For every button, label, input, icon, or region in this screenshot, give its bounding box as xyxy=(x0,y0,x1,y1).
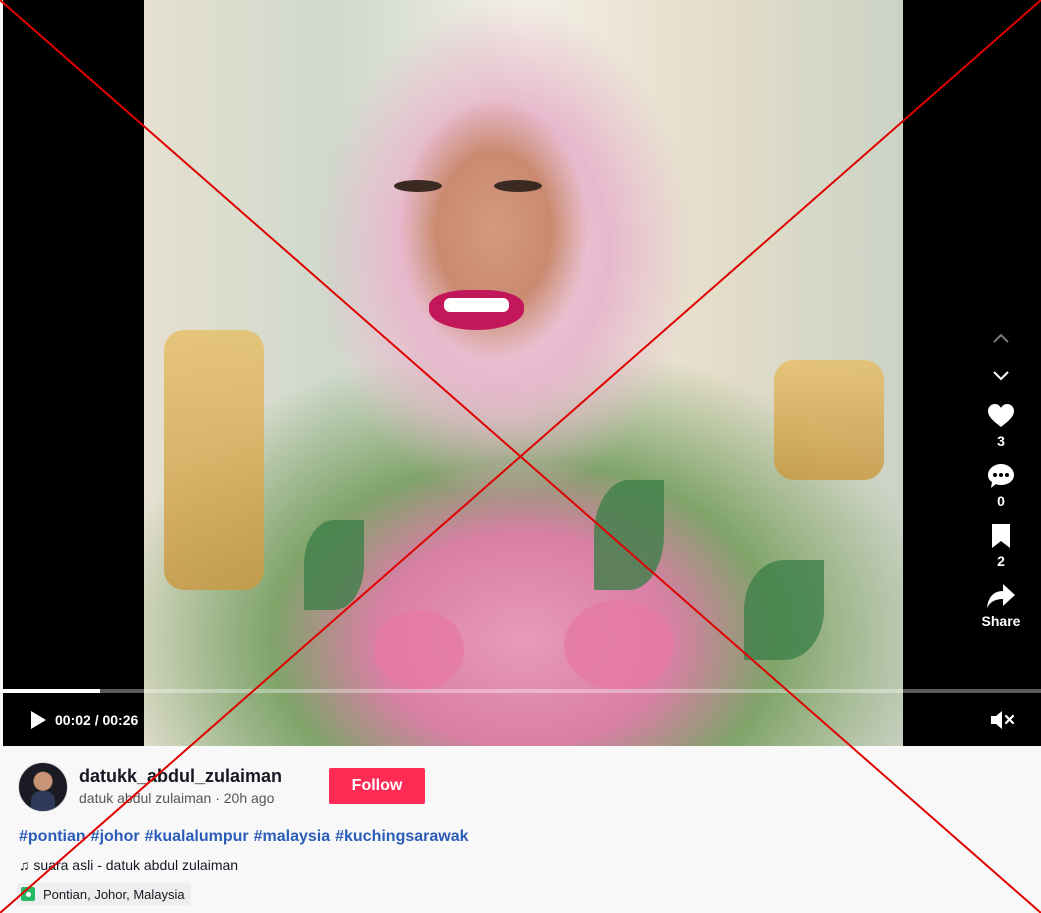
like-count: 3 xyxy=(997,433,1005,449)
separator-dot: · xyxy=(215,790,224,806)
music-link[interactable]: ♫ suara asli - datuk abdul zulaiman xyxy=(19,857,238,873)
chevron-down-icon xyxy=(993,371,1009,381)
video-progress-fill xyxy=(3,689,100,693)
video-player[interactable]: 00:02 / 00:26 3 0 2 Share xyxy=(3,0,1041,746)
location-label: Pontian, Johor, Malaysia xyxy=(43,886,185,902)
mute-icon xyxy=(991,711,1015,729)
location-pin-icon xyxy=(21,887,35,901)
chevron-up-icon xyxy=(993,333,1009,343)
author-subline: datuk abdul zulaiman · 20h ago xyxy=(79,790,274,806)
dress-pattern-flower xyxy=(564,600,674,690)
mute-button[interactable] xyxy=(989,708,1015,732)
face-eye xyxy=(394,180,442,192)
face-teeth xyxy=(444,298,509,312)
share-label: Share xyxy=(981,613,1021,629)
face-eye xyxy=(494,180,542,192)
share-button[interactable]: Share xyxy=(981,583,1021,629)
like-button[interactable]: 3 xyxy=(987,403,1015,449)
hashtag-link[interactable]: #johor xyxy=(91,828,140,845)
hashtag-link[interactable]: #kuchingsarawak xyxy=(335,828,468,845)
video-frame[interactable] xyxy=(144,0,903,746)
hashtag-link[interactable]: #pontian xyxy=(19,828,86,845)
dress-pattern-flower xyxy=(374,610,464,690)
video-progress-bar[interactable] xyxy=(3,689,1041,693)
bookmark-icon xyxy=(992,524,1010,548)
side-action-bar: 3 0 2 Share xyxy=(971,325,1031,629)
comment-count: 0 xyxy=(997,493,1005,509)
author-display-name[interactable]: datuk abdul zulaiman xyxy=(79,790,211,806)
save-count: 2 xyxy=(997,553,1005,569)
share-icon xyxy=(986,584,1015,608)
follow-button[interactable]: Follow xyxy=(329,768,425,804)
post-time-ago: 20h ago xyxy=(223,790,275,806)
location-tag[interactable]: Pontian, Johor, Malaysia xyxy=(17,883,191,905)
video-info-panel: datukk_abdul_zulaiman datuk abdul zulaim… xyxy=(0,746,1041,913)
dress-pattern-leaf xyxy=(304,520,364,610)
comment-icon xyxy=(988,464,1014,488)
hashtag-list: #pontian #johor #kualalumpur #malaysia #kuch… xyxy=(19,828,474,846)
heart-icon xyxy=(988,404,1014,427)
dress-pattern-leaf xyxy=(744,560,824,660)
background-chair xyxy=(774,360,884,480)
hashtag-link[interactable]: #kualalumpur xyxy=(145,828,249,845)
comment-button[interactable]: 0 xyxy=(987,463,1015,509)
play-button[interactable] xyxy=(27,709,49,731)
time-display: 00:02 / 00:26 xyxy=(55,712,139,728)
next-video-button[interactable] xyxy=(986,363,1016,389)
background-chair xyxy=(164,330,264,590)
previous-video-button[interactable] xyxy=(986,325,1016,351)
dress-pattern-leaf xyxy=(594,480,664,590)
avatar[interactable] xyxy=(18,762,68,812)
author-username[interactable]: datukk_abdul_zulaiman xyxy=(79,766,282,787)
save-button[interactable]: 2 xyxy=(990,523,1012,569)
play-icon xyxy=(31,711,46,729)
hashtag-link[interactable]: #malaysia xyxy=(254,828,331,845)
